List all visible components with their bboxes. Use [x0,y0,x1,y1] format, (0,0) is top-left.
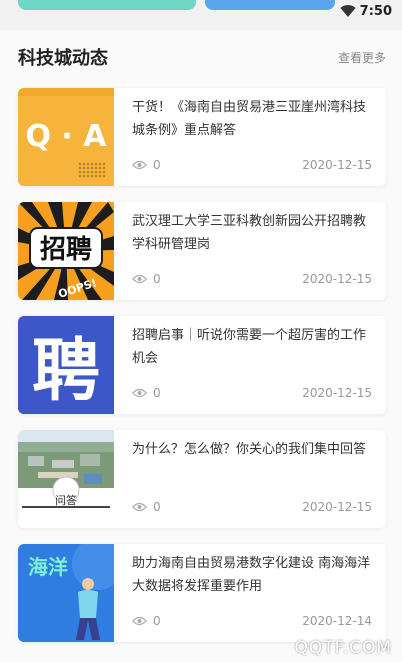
news-date: 2020-12-15 [302,500,372,514]
banner-card-left[interactable] [18,0,196,10]
wifi-icon [340,5,356,18]
news-card[interactable]: Q · A 干货！《海南自由贸易港三亚崖州湾科技城条例》重点解答 0 2020-… [18,88,386,186]
news-thumbnail: Q · A [18,88,114,186]
news-meta: 0 2020-12-15 [132,500,372,516]
section-title: 科技城动态 [18,48,108,69]
view-count: 0 [132,272,161,286]
eye-icon [132,502,147,512]
news-card[interactable]: 招聘 OOPS! 武汉理工大学三亚科教创新园公开招聘教学科研管理岗 0 2020… [18,202,386,300]
comic-thumbnail-graphic: 招聘 OOPS! [18,202,114,300]
news-title[interactable]: 助力海南自由贸易港数字化建设 南海海洋大数据将发挥重要作用 [132,552,378,598]
news-card[interactable]: 聘 招聘启事｜听说你需要一个超厉害的工作机会 0 2020-12-15 [18,316,386,414]
status-time: 7:50 [359,4,392,19]
news-thumbnail: 问答 [18,430,114,528]
view-count-value: 0 [153,272,161,286]
comic-thumb-text: 招聘 [40,235,92,265]
view-count: 0 [132,386,161,400]
ocean-thumbnail-graphic: 海洋 [18,544,114,642]
banner-card-right[interactable] [205,0,335,10]
news-meta: 0 2020-12-14 [132,614,372,630]
qa-thumbnail-graphic: Q · A [18,88,114,186]
view-count: 0 [132,614,161,628]
news-date: 2020-12-15 [302,272,372,286]
eye-icon [132,160,147,170]
site-watermark: QQTF.COM [294,638,392,658]
news-meta: 0 2020-12-15 [132,272,372,288]
view-count-value: 0 [153,158,161,172]
qa-thumb-text: Q · A [25,119,107,154]
news-meta: 0 2020-12-15 [132,158,372,174]
news-thumbnail: 招聘 OOPS! [18,202,114,300]
top-banner-strip: 7:50 [0,0,402,30]
view-count-value: 0 [153,500,161,514]
hiring-thumb-text: 聘 [32,332,100,411]
news-thumbnail: 海洋 [18,544,114,642]
news-thumbnail: 聘 [18,316,114,414]
status-bar: 7:50 [340,4,392,19]
view-count-value: 0 [153,386,161,400]
view-count-value: 0 [153,614,161,628]
news-title[interactable]: 招聘启事｜听说你需要一个超厉害的工作机会 [132,324,378,370]
view-count: 0 [132,158,161,172]
news-date: 2020-12-14 [302,614,372,628]
news-title[interactable]: 为什么？怎么做？你关心的我们集中回答 [132,438,378,461]
news-date: 2020-12-15 [302,386,372,400]
news-title[interactable]: 干货！《海南自由贸易港三亚崖州湾科技城条例》重点解答 [132,96,378,142]
aerial-photo-thumbnail: 问答 [18,430,114,528]
news-date: 2020-12-15 [302,158,372,172]
eye-icon [132,274,147,284]
news-card[interactable]: 海洋 助力海南自由贸易港数字化建设 南海海洋大数据将发挥重要作用 0 2020-… [18,544,386,642]
view-more-link[interactable]: 查看更多 [338,49,386,66]
news-card[interactable]: 问答 为什么？怎么做？你关心的我们集中回答 0 2020-12-15 [18,430,386,528]
hiring-thumbnail-graphic: 聘 [18,316,114,414]
section-header: 科技城动态 查看更多 [18,44,386,72]
news-meta: 0 2020-12-15 [132,386,372,402]
eye-icon [132,616,147,626]
photo-thumb-text: 问答 [55,493,77,507]
ocean-thumb-text: 海洋 [28,555,68,579]
news-title[interactable]: 武汉理工大学三亚科教创新园公开招聘教学科研管理岗 [132,210,378,256]
eye-icon [132,388,147,398]
view-count: 0 [132,500,161,514]
